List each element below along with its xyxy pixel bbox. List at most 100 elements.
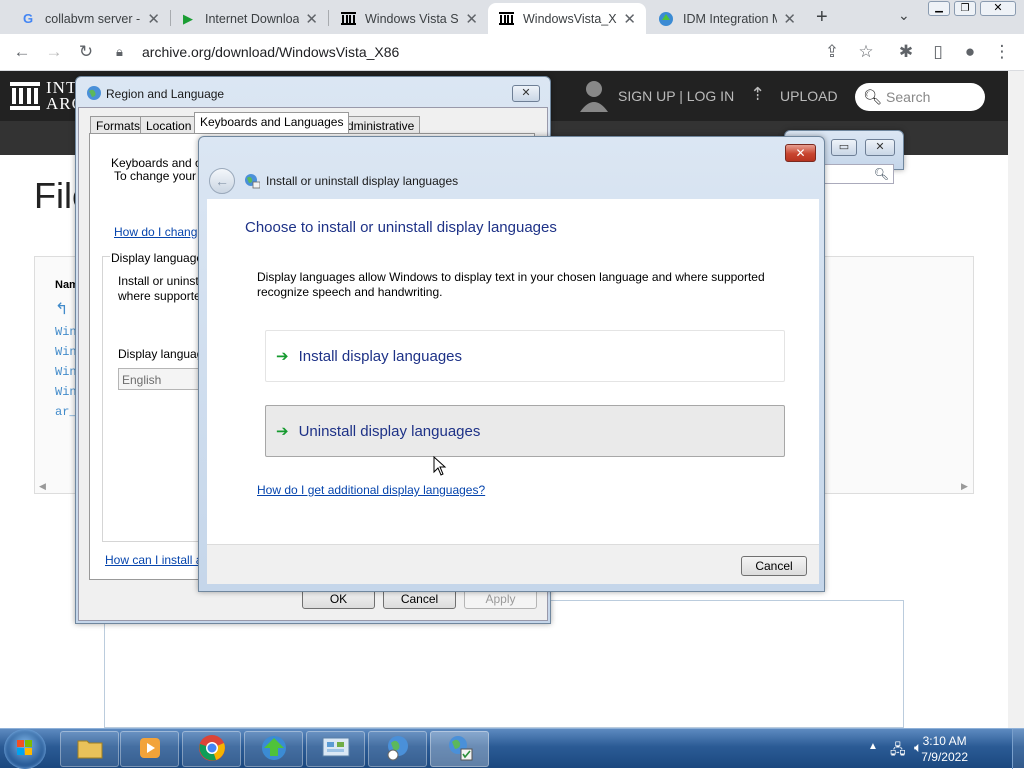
control-panel-icon — [321, 736, 351, 763]
list-item[interactable]: Win — [55, 365, 77, 379]
list-item[interactable]: Win — [55, 385, 77, 399]
user-avatar-icon — [580, 80, 608, 115]
page-scrollbar[interactable] — [1008, 71, 1024, 728]
profile-avatar-icon[interactable]: ● — [958, 40, 982, 64]
media-play-icon — [138, 736, 162, 763]
extensions-puzzle-icon[interactable]: ✱ — [894, 40, 918, 64]
maximize-button[interactable]: ▭ — [831, 139, 857, 156]
window-title: Region and Language — [106, 87, 225, 101]
tab-formats[interactable]: Formats — [90, 116, 147, 133]
back-arrow-icon[interactable]: ← — [10, 40, 34, 64]
dialog-footer: Cancel — [207, 544, 819, 584]
show-hidden-icons-icon[interactable]: ▲ — [868, 741, 878, 752]
close-tab-icon[interactable]: ✕ — [305, 10, 318, 28]
close-tab-icon[interactable]: ✕ — [147, 10, 160, 28]
archive-icon — [498, 11, 514, 27]
ia-search-input[interactable]: 🔍︎ Search — [855, 83, 985, 111]
keyboard-help-link[interactable]: How do I chang — [114, 225, 197, 239]
folder-icon — [77, 737, 103, 762]
green-arrow-icon: ➔ — [276, 423, 289, 440]
language-install-icon — [446, 734, 474, 765]
language-globe-icon — [244, 173, 261, 192]
address-bar[interactable]: archive.org/download/WindowsVista_X86 — [142, 44, 399, 60]
browser-tab-2[interactable]: ▶ Internet Downloa ✕ — [170, 3, 328, 34]
dialog-title: Install or uninstall display languages — [266, 174, 459, 188]
mouse-cursor-icon — [433, 455, 447, 479]
cancel-button[interactable]: Cancel — [741, 556, 807, 576]
share-icon[interactable]: ⇪ — [820, 40, 844, 64]
lock-icon: 🔒︎ — [116, 44, 123, 59]
close-button[interactable]: ✕ — [785, 144, 816, 162]
new-tab-button[interactable]: + — [816, 6, 828, 29]
tab-location[interactable]: Location — [140, 116, 198, 133]
explorer-taskbar-button[interactable] — [60, 731, 119, 767]
apply-button[interactable]: Apply — [464, 589, 537, 609]
archive-icon — [340, 11, 356, 27]
uninstall-display-languages-option[interactable]: ➔ Uninstall display languages — [265, 405, 785, 457]
close-tab-icon[interactable]: ✕ — [783, 10, 796, 28]
network-icon[interactable]: 🖧︎ — [890, 739, 906, 763]
region-language-taskbar-button[interactable] — [368, 731, 427, 767]
list-item[interactable]: Win — [55, 325, 77, 339]
scroll-right-icon[interactable]: ▶ — [961, 481, 968, 492]
dialog-heading: Choose to install or uninstall display l… — [245, 219, 557, 236]
close-tab-icon[interactable]: ✕ — [465, 10, 478, 28]
menu-kebab-icon[interactable]: ⋮ — [990, 40, 1014, 64]
side-panel-icon[interactable]: ▯ — [926, 40, 950, 64]
minimize-button[interactable]: ▁ — [928, 1, 950, 16]
browser-tab-4-active[interactable]: WindowsVista_X8 ✕ — [488, 3, 646, 34]
search-box[interactable]: 🔍︎ — [820, 164, 894, 184]
taskbar: ▲ 🖧︎ 🔈︎ 3:10 AM 7/9/2022 — [0, 728, 1024, 769]
green-arrow-icon: ➔ — [276, 348, 289, 365]
upload-link[interactable]: UPLOAD — [780, 88, 838, 104]
search-icon: 🔍︎ — [863, 89, 883, 106]
play-icon: ▶ — [183, 10, 193, 26]
cancel-button[interactable]: Cancel — [383, 589, 456, 609]
list-item[interactable]: Win — [55, 345, 77, 359]
tab-search-chevron-icon[interactable]: ⌄ — [898, 7, 910, 24]
google-g-icon: G — [22, 11, 34, 26]
close-window-button[interactable]: ✕ — [980, 1, 1016, 16]
browser-tab-1[interactable]: G collabvm server - ✕ — [10, 3, 170, 34]
idm-icon — [658, 11, 674, 27]
close-button[interactable]: ✕ — [512, 85, 540, 102]
install-display-languages-option[interactable]: ➔ Install display languages — [265, 330, 785, 382]
dialog-content: Choose to install or uninstall display l… — [207, 199, 819, 544]
close-button[interactable]: ✕ — [865, 139, 895, 156]
parent-dir-icon[interactable]: ↰ — [55, 299, 68, 319]
reload-icon[interactable]: ↻ — [74, 40, 98, 64]
close-tab-icon[interactable]: ✕ — [623, 10, 636, 28]
list-item[interactable]: ar_ — [55, 405, 77, 419]
restore-button[interactable]: ❐ — [954, 1, 976, 16]
display-language-select[interactable]: English — [118, 368, 202, 390]
control-panel-taskbar-button[interactable] — [306, 731, 365, 767]
ok-button[interactable]: OK — [302, 589, 375, 609]
browser-tab-3[interactable]: Windows Vista SP ✕ — [330, 3, 488, 34]
show-desktop-button[interactable] — [1012, 729, 1024, 769]
chrome-icon — [198, 734, 226, 765]
install-languages-dialog: ✕ ← Install or uninstall display languag… — [198, 136, 825, 592]
chrome-taskbar-button[interactable] — [182, 731, 241, 767]
ia-logo-icon[interactable] — [10, 82, 40, 113]
idm-taskbar-button[interactable] — [244, 731, 303, 767]
additional-languages-help-link[interactable]: How do I get additional display language… — [257, 483, 485, 497]
media-player-taskbar-button[interactable] — [120, 731, 179, 767]
browser-toolbar: ← → ↻ 🔒︎ archive.org/download/WindowsVis… — [0, 34, 1024, 71]
install-language-link[interactable]: How can I install a — [105, 553, 202, 567]
idm-globe-icon — [259, 734, 289, 765]
tab-keyboards-languages[interactable]: Keyboards and Languages — [194, 112, 350, 133]
upload-arrow-icon: ⇡ — [750, 84, 766, 104]
globe-icon — [86, 85, 102, 104]
signup-login-link[interactable]: SIGN UP | LOG IN — [618, 88, 734, 104]
start-button[interactable] — [4, 729, 46, 769]
forward-arrow-icon[interactable]: → — [42, 40, 66, 64]
scroll-left-icon[interactable]: ◀ — [39, 481, 46, 492]
display-languages-taskbar-button[interactable] — [430, 731, 489, 767]
search-icon: 🔍︎ — [873, 167, 889, 181]
back-arrow-icon[interactable]: ← — [209, 168, 235, 194]
bookmark-star-icon[interactable]: ☆ — [854, 40, 878, 64]
tab-strip: G collabvm server - ✕ ▶ Internet Downloa… — [0, 0, 1024, 34]
system-clock[interactable]: 3:10 AM 7/9/2022 — [921, 733, 968, 765]
browser-tab-5[interactable]: IDM Integration M ✕ — [648, 3, 806, 34]
dialog-description: Display languages allow Windows to displ… — [257, 270, 765, 299]
